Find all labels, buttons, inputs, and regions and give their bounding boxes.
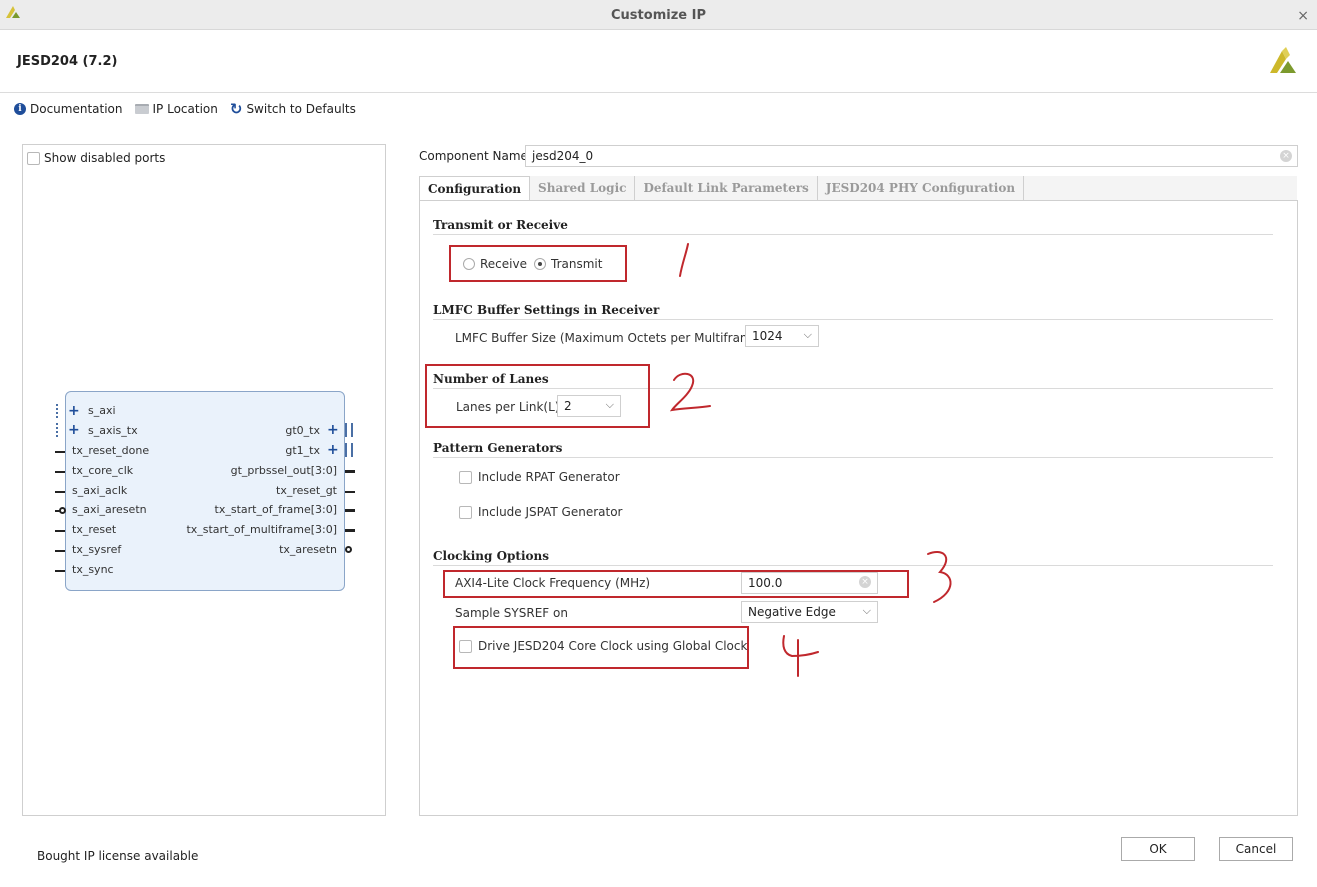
bus-marker [345,423,353,437]
section-title-clocking: Clocking Options [433,549,550,563]
bus-marker [345,443,353,457]
checkbox-box[interactable] [459,470,472,484]
lmfc-buffer-select[interactable]: 1024 ⌵ [745,325,819,347]
close-icon[interactable]: × [1297,8,1309,24]
port-label: gt0_tx [285,424,320,437]
handwritten-number-2 [669,372,711,412]
documentation-button[interactable]: i Documentation [14,102,123,116]
inverted-pin-bubble [59,507,66,514]
section-divider [433,319,1273,320]
port-label: tx_reset [72,523,117,536]
annotation-box-3 [443,570,909,598]
annotation-box-4 [453,626,749,669]
ip-name: JESD204 (7.2) [17,54,118,69]
port-label: gt_prbssel_out[3:0] [230,464,337,477]
annotation-box-2 [425,364,650,428]
refresh-icon: ↻ [229,100,243,118]
ip-location-button[interactable]: IP Location [134,102,218,116]
checkbox-box[interactable] [459,505,472,519]
expand-plus-icon[interactable]: + [327,423,339,437]
port-label: tx_sync [72,563,114,576]
tab-jesd204-phy-configuration[interactable]: JESD204 PHY Configuration [817,176,1025,201]
handwritten-number-3 [927,551,952,603]
cancel-button[interactable]: Cancel [1219,837,1293,861]
tab-configuration[interactable]: Configuration [419,176,531,201]
handwritten-number-4 [782,635,819,677]
interface-marker [56,404,62,418]
port-pin [55,550,65,552]
xilinx-logo-icon [1270,47,1296,73]
switch-defaults-button[interactable]: ↻ Switch to Defaults [229,100,356,118]
tab-shared-logic[interactable]: Shared Logic [530,176,636,201]
interface-marker [56,423,62,437]
license-status: Bought IP license available [37,849,199,863]
checkbox-box[interactable] [27,151,40,165]
chevron-down-icon: ⌵ [803,328,812,341]
annotation-box-1 [449,245,627,282]
section-title-lmfc: LMFC Buffer Settings in Receiver [433,303,660,317]
lmfc-buffer-value: 1024 [752,329,783,343]
show-disabled-ports-checkbox[interactable]: Show disabled ports [27,151,165,165]
window-title: Customize IP [611,8,706,23]
section-divider [433,565,1273,566]
sysref-select[interactable]: Negative Edge ⌵ [741,601,878,623]
expand-plus-icon[interactable]: + [327,443,339,457]
port-pin [345,470,355,473]
port-label: tx_aresetn [279,543,337,556]
port-pin [345,491,355,493]
documentation-label: Documentation [30,102,123,116]
sysref-value: Negative Edge [748,605,836,619]
port-pin [55,530,65,532]
include-rpat-label: Include RPAT Generator [478,470,620,484]
tab-default-link-parameters[interactable]: Default Link Parameters [635,176,818,201]
info-icon: i [14,103,26,115]
port-label: s_axi_aresetn [72,503,147,516]
port-label: s_axi_aclk [72,484,128,497]
ip-location-label: IP Location [152,102,218,116]
handwritten-number-1 [679,243,689,277]
port-label: tx_start_of_multiframe[3:0] [186,523,337,536]
port-label: s_axi [88,404,116,417]
lmfc-buffer-label: LMFC Buffer Size (Maximum Octets per Mul… [455,331,764,345]
port-pin [55,451,65,453]
port-label: tx_core_clk [72,464,134,477]
section-title-transmit: Transmit or Receive [433,218,568,232]
port-label: gt1_tx [285,444,320,457]
port-pin [345,529,355,532]
chevron-down-icon: ⌵ [862,604,871,617]
port-pin [55,471,65,473]
port-pin [345,509,355,512]
clear-icon[interactable]: × [1280,150,1292,162]
component-name-input[interactable]: jesd204_0 [525,145,1298,167]
ok-button[interactable]: OK [1121,837,1195,861]
port-pin [55,491,65,493]
port-pin [55,570,65,572]
sysref-label: Sample SYSREF on [455,606,568,620]
section-divider [433,457,1273,458]
toolbar: i Documentation IP Location ↻ Switch to … [14,100,364,118]
port-label: s_axis_tx [88,424,138,437]
expand-plus-icon[interactable]: + [68,404,80,418]
section-title-pattern: Pattern Generators [433,441,563,455]
port-label: tx_reset_done [72,444,150,457]
tab-bar: Configuration Shared Logic Default Link … [419,176,1025,201]
include-rpat-checkbox[interactable]: Include RPAT Generator [459,470,620,484]
folder-icon [134,104,149,114]
expand-plus-icon[interactable]: + [68,423,80,437]
port-label: tx_sysref [72,543,122,556]
port-label: tx_start_of_frame[3:0] [214,503,337,516]
show-disabled-label: Show disabled ports [44,151,166,165]
section-divider [433,234,1273,235]
port-label: tx_reset_gt [276,484,337,497]
inverted-pin-bubble [345,546,352,553]
include-jspat-label: Include JSPAT Generator [478,505,623,519]
include-jspat-checkbox[interactable]: Include JSPAT Generator [459,505,622,519]
component-name-label: Component Name [419,149,528,163]
ip-header [0,31,1317,93]
switch-defaults-label: Switch to Defaults [246,102,356,116]
